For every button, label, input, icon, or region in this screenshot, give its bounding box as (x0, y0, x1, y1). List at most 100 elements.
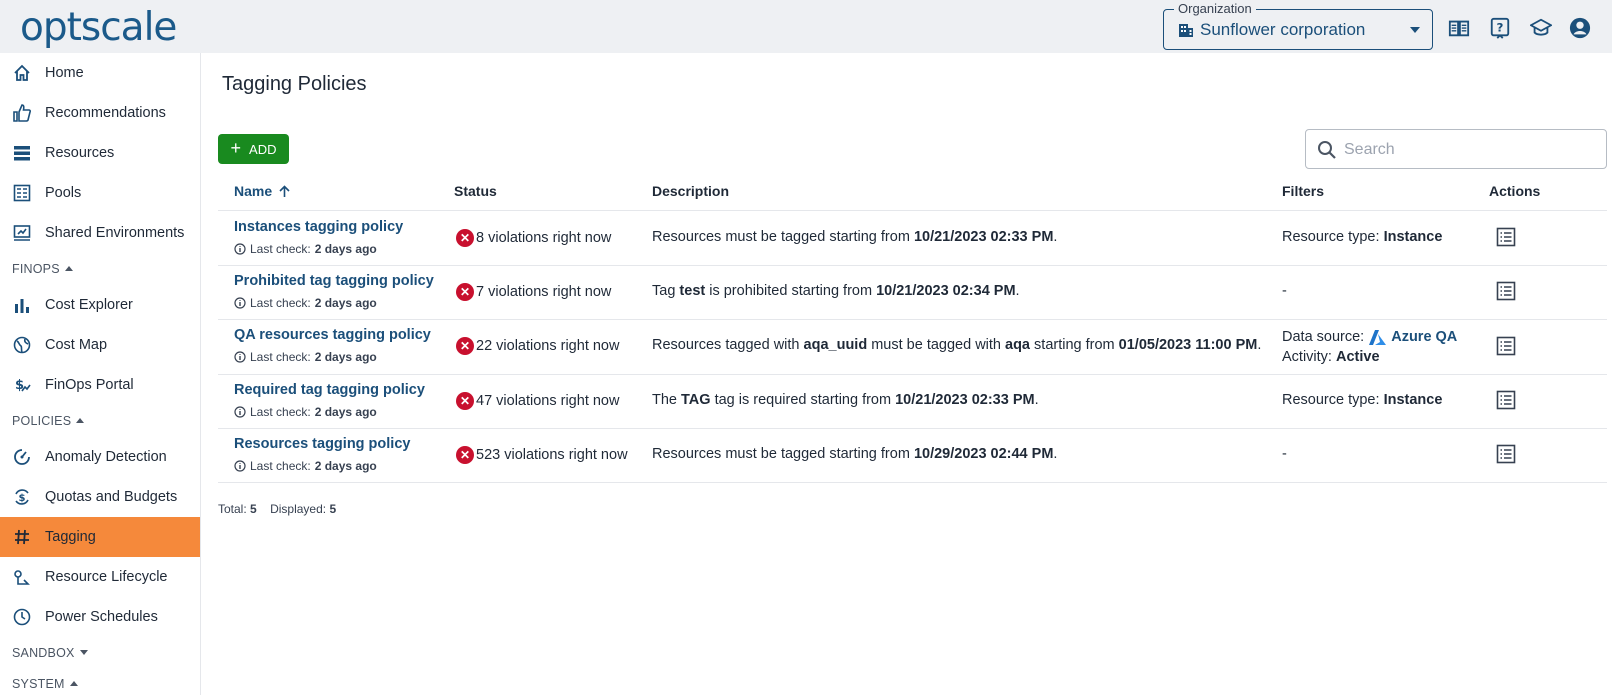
desc-tag: aqa_uuid (803, 337, 868, 353)
desc-tag: TAG (681, 392, 711, 408)
hash-icon (15, 529, 29, 545)
sidebar-item-resources[interactable]: Resources (0, 133, 200, 173)
desc-text: Resources must be tagged starting from (652, 446, 914, 462)
sidebar-item-finops-portal[interactable]: $ FinOps Portal (0, 365, 200, 405)
sidebar-item-label: Resources (45, 145, 115, 161)
sandbox-section-toggle[interactable]: SANDBOX (12, 646, 88, 660)
last-check-value: 2 days ago (314, 459, 377, 473)
details-icon[interactable] (1496, 227, 1516, 247)
desc-text: Tag (652, 283, 680, 299)
policy-name-link[interactable]: Resources tagging policy (234, 436, 410, 452)
sidebar-item-cost-explorer[interactable]: Cost Explorer (0, 285, 200, 325)
filters-cell: - (1282, 446, 1287, 462)
sidebar-item-resource-lifecycle[interactable]: Resource Lifecycle (0, 557, 200, 597)
data-source-label: Data source: (1282, 329, 1365, 345)
sidebar-item-power-schedules[interactable]: Power Schedules (0, 597, 200, 637)
finops-section-toggle[interactable]: FINOPS (12, 262, 73, 276)
sidebar-item-recommendations[interactable]: Recommendations (0, 93, 200, 133)
search-field[interactable] (1305, 129, 1607, 169)
building-icon (1179, 24, 1193, 37)
info-icon (234, 351, 246, 363)
anomaly-icon (14, 449, 30, 465)
organization-select[interactable]: Organization Sunflower corporation (1163, 1, 1433, 50)
details-icon[interactable] (1496, 390, 1516, 410)
sidebar-item-anomaly-detection[interactable]: Anomaly Detection (0, 437, 200, 477)
sidebar-item-label: Home (45, 65, 84, 81)
optscale-logo[interactable]: optscale (20, 6, 177, 50)
sidebar-item-pools[interactable]: Pools (0, 173, 200, 213)
description-cell: Resources must be tagged starting from 1… (652, 446, 1057, 462)
status-cell: ✕ 7 violations right now (456, 283, 611, 301)
policy-name-link[interactable]: Required tag tagging policy (234, 382, 425, 398)
details-icon[interactable] (1496, 444, 1516, 464)
info-icon (234, 297, 246, 309)
sidebar-item-label: Quotas and Budgets (45, 489, 178, 505)
status-cell: ✕ 22 violations right now (456, 337, 619, 355)
description-cell: Tag test is prohibited starting from 10/… (652, 283, 1020, 299)
system-section-toggle[interactable]: SYSTEM (12, 677, 78, 691)
chevron-up-icon (69, 681, 78, 686)
documentation-icon[interactable] (1448, 17, 1470, 39)
sidebar-item-shared-environments[interactable]: Shared Environments (0, 213, 200, 253)
sidebar-item-quotas-and-budgets[interactable]: $ Quotas and Budgets (0, 477, 200, 517)
activity-value: Active (1335, 349, 1380, 365)
page-title: Tagging Policies (222, 73, 367, 95)
last-check-label: Last check: (250, 405, 311, 419)
pools-icon (13, 184, 31, 202)
table-row: Prohibited tag tagging policy Last check… (218, 265, 1607, 319)
last-check: Last check: 2 days ago (234, 242, 377, 256)
desc-tag: test (679, 283, 706, 299)
sidebar-item-home[interactable]: Home (0, 53, 200, 93)
policy-name-link[interactable]: QA resources tagging policy (234, 327, 431, 343)
desc-text: . (1257, 337, 1262, 353)
section-label: SYSTEM (12, 677, 65, 691)
desc-tag: aqa (1005, 337, 1031, 353)
svg-text:$: $ (19, 493, 26, 504)
sidebar-item-tagging[interactable]: Tagging (0, 517, 200, 557)
account-icon[interactable] (1569, 17, 1591, 39)
last-check-label: Last check: (250, 296, 311, 310)
data-source-link[interactable]: Azure QA (1391, 329, 1457, 345)
desc-date: 10/21/2023 02:34 PM (876, 283, 1016, 299)
last-check: Last check: 2 days ago (234, 405, 377, 419)
desc-text: Resources tagged with (652, 337, 804, 353)
status-cell: ✕ 523 violations right now (456, 446, 628, 464)
finops-icon: $ (15, 378, 31, 393)
search-input[interactable] (1344, 139, 1594, 161)
sidebar-item-label: FinOps Portal (45, 377, 134, 393)
last-check: Last check: 2 days ago (234, 459, 377, 473)
education-icon[interactable] (1530, 17, 1552, 39)
filters-cell: Data source: Azure QA (1282, 329, 1457, 345)
sidebar-item-cost-map[interactable]: Cost Map (0, 325, 200, 365)
column-header-status: Status (454, 183, 497, 199)
policy-name-link[interactable]: Instances tagging policy (234, 219, 403, 235)
violations-text: 523 violations right now (476, 447, 628, 463)
desc-text: The (652, 392, 682, 408)
quotas-icon: $ (15, 489, 29, 505)
desc-text: Resources must be tagged starting from (652, 229, 914, 245)
displayed-value: 5 (329, 502, 337, 516)
chevron-down-icon (79, 650, 88, 655)
filter-label: Resource type: (1282, 392, 1380, 408)
policy-name-link[interactable]: Prohibited tag tagging policy (234, 273, 434, 289)
filters-cell: Resource type: Instance (1282, 229, 1442, 245)
desc-text: must be tagged with (867, 337, 1006, 353)
chevron-up-icon (64, 266, 73, 271)
shared-env-icon (13, 225, 31, 241)
help-icon[interactable]: ? (1489, 17, 1511, 39)
details-icon[interactable] (1496, 281, 1516, 301)
filter-value: Instance (1383, 229, 1443, 245)
violations-text: 8 violations right now (476, 230, 612, 246)
column-header-name[interactable]: Name (234, 183, 291, 199)
total-label: Total: (218, 502, 247, 516)
info-icon (234, 460, 246, 472)
sidebar-item-label: Anomaly Detection (45, 449, 167, 465)
add-button[interactable]: + ADD (218, 134, 289, 164)
details-icon[interactable] (1496, 336, 1516, 356)
arrow-up-icon (279, 184, 290, 197)
sidebar: Home Recommendations Resources Pools Sha… (0, 53, 201, 695)
activity-label: Activity: (1282, 349, 1332, 365)
policies-section-toggle[interactable]: POLICIES (12, 414, 85, 428)
last-check-value: 2 days ago (314, 242, 377, 256)
description-cell: The TAG tag is required starting from 10… (652, 392, 1039, 408)
